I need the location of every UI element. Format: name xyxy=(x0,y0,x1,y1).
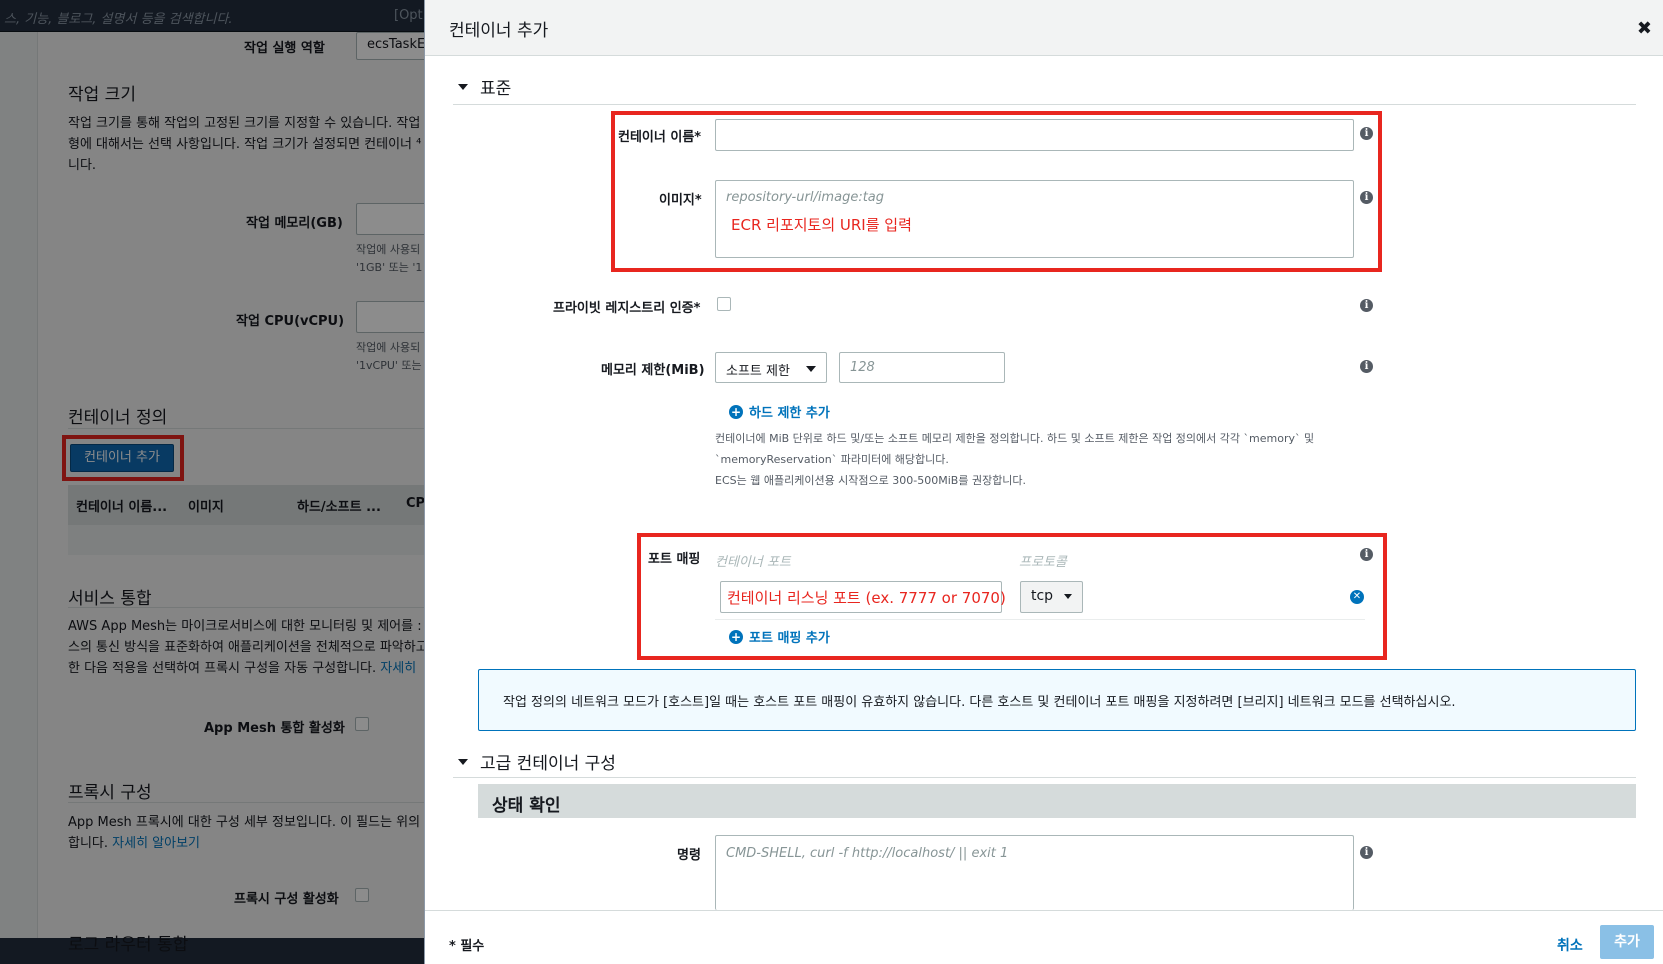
caret-down-icon xyxy=(458,758,468,765)
add-hard-limit-link[interactable]: + 하드 제한 추가 xyxy=(729,402,830,421)
command-textarea[interactable]: CMD-SHELL, curl -f http://localhost/ || … xyxy=(715,835,1354,910)
port-mapping-label: 포트 매핑 xyxy=(648,552,701,567)
command-placeholder: CMD-SHELL, curl -f http://localhost/ || … xyxy=(726,846,1009,861)
info-icon[interactable]: i xyxy=(1360,299,1373,312)
command-label: 명령 xyxy=(677,848,701,863)
modal-backdrop[interactable] xyxy=(0,0,424,964)
standard-section-title: 표준 xyxy=(480,79,512,99)
memory-limit-label: 메모리 제한(MiB) xyxy=(601,363,705,378)
section-divider xyxy=(453,104,1636,105)
health-check-title: 상태 확인 xyxy=(492,796,561,816)
cancel-button[interactable]: 취소 xyxy=(1557,935,1583,955)
memory-limit-placeholder: 128 xyxy=(850,360,875,375)
info-icon[interactable]: i xyxy=(1360,191,1373,204)
protocol-header: 프로토콜 xyxy=(1019,555,1067,570)
notice-text: 작업 정의의 네트워크 모드가 [호스트]일 때는 호스트 포트 매핑이 유효하… xyxy=(503,695,1456,710)
info-icon[interactable]: i xyxy=(1360,846,1373,859)
section-divider xyxy=(453,777,1636,778)
info-icon[interactable]: i xyxy=(1360,548,1373,561)
image-label: 이미지* xyxy=(659,193,702,208)
caret-down-icon xyxy=(1063,593,1072,599)
close-icon[interactable]: ✖ xyxy=(1637,18,1652,39)
image-placeholder: repository-url/image:tag xyxy=(726,190,885,205)
add-button[interactable]: 추가 xyxy=(1600,925,1654,959)
private-registry-checkbox[interactable] xyxy=(717,297,731,311)
plus-circle-icon: + xyxy=(729,629,743,644)
image-annotation: ECR 리포지토의 URI를 입력 xyxy=(731,216,912,234)
memory-limit-type-value: 소프트 제한 xyxy=(726,364,790,379)
memory-hint-3: ECS는 웹 애플리케이션용 시작점으로 300-500MiB를 권장합니다. xyxy=(715,474,1027,487)
advanced-section-toggle[interactable]: 고급 컨테이너 구성 xyxy=(458,749,616,774)
protocol-value: tcp xyxy=(1031,588,1054,604)
port-row-divider xyxy=(715,619,1365,620)
memory-limit-type-select[interactable]: 소프트 제한 xyxy=(715,352,827,383)
private-registry-label: 프라이빗 레지스트리 인증* xyxy=(553,301,701,316)
container-name-input[interactable] xyxy=(715,119,1354,151)
network-mode-notice: 작업 정의의 네트워크 모드가 [호스트]일 때는 호스트 포트 매핑이 유효하… xyxy=(478,669,1636,731)
required-note: * 필수 xyxy=(449,939,485,954)
memory-hint-1: 컨테이너에 MiB 단위로 하드 및/또는 소프트 메모리 제한을 정의합니다.… xyxy=(715,432,1315,445)
memory-limit-input[interactable]: 128 xyxy=(839,352,1005,383)
chevron-down-icon xyxy=(806,366,816,372)
info-icon[interactable]: i xyxy=(1360,360,1373,373)
modal-header: 컨테이너 추가 ✖ xyxy=(425,0,1663,56)
protocol-dropdown[interactable]: tcp xyxy=(1020,581,1083,613)
health-check-header: 상태 확인 xyxy=(478,784,1636,818)
container-name-label: 컨테이너 이름* xyxy=(618,130,702,145)
container-port-header: 컨테이너 포트 xyxy=(715,555,791,570)
add-hard-limit-label: 하드 제한 추가 xyxy=(749,406,830,421)
plus-circle-icon: + xyxy=(729,404,743,419)
add-container-modal: 컨테이너 추가 ✖ 표준 컨테이너 이름* i 이미지* repository-… xyxy=(424,0,1663,964)
remove-circle-icon[interactable]: ✕ xyxy=(1350,590,1364,604)
memory-hint-2: `memoryReservation` 파라미터에 해당합니다. xyxy=(715,453,949,466)
add-port-mapping-label: 포트 매핑 추가 xyxy=(749,631,830,646)
advanced-section-title: 고급 컨테이너 구성 xyxy=(480,754,616,774)
modal-footer: * 필수 취소 추가 xyxy=(425,910,1663,964)
standard-section-toggle[interactable]: 표준 xyxy=(458,74,511,99)
add-port-mapping-link[interactable]: + 포트 매핑 추가 xyxy=(729,627,830,646)
port-annotation: 컨테이너 리스닝 포트 (ex. 7777 or 7070) xyxy=(727,589,1006,607)
info-icon[interactable]: i xyxy=(1360,127,1373,140)
modal-title: 컨테이너 추가 xyxy=(449,21,549,41)
caret-down-icon xyxy=(458,83,468,90)
